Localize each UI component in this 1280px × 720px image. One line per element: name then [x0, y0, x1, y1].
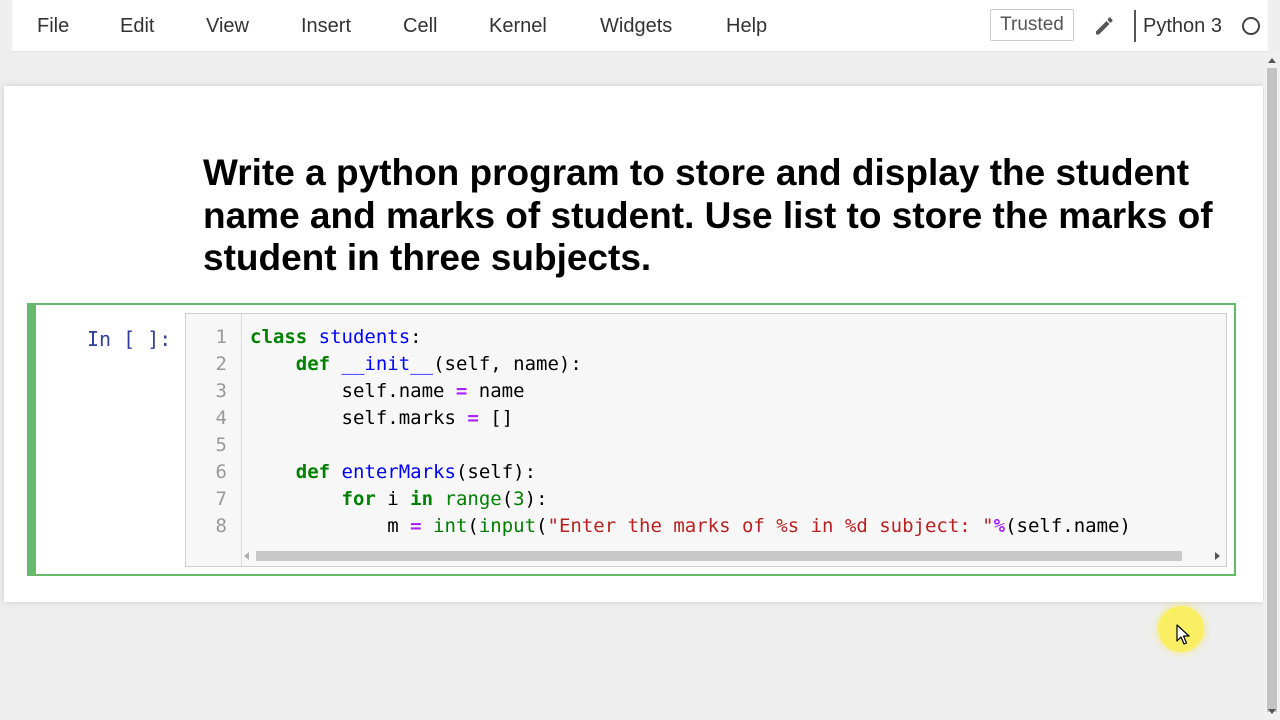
- menu-cell[interactable]: Cell: [403, 14, 437, 38]
- line-number: 7: [215, 488, 227, 510]
- menu-view[interactable]: View: [206, 14, 249, 38]
- kernel-separator: [1134, 10, 1136, 42]
- menu-file[interactable]: File: [37, 14, 69, 38]
- menu-edit[interactable]: Edit: [120, 14, 154, 38]
- kernel-idle-circle-icon: [1242, 17, 1260, 35]
- code-line: def __init__(self, name):: [295, 353, 582, 375]
- code-cell[interactable]: In [ ]: 1 2 3 4 5 6 7 8 class students: …: [27, 303, 1236, 576]
- scroll-right-arrow-icon[interactable]: [1215, 552, 1220, 560]
- line-number: 2: [215, 353, 227, 375]
- code-line: class students:: [250, 326, 422, 348]
- vertical-scroll-thumb[interactable]: [1267, 68, 1277, 712]
- code-line: m = int(input("Enter the marks of %s in …: [250, 515, 1131, 537]
- pencil-icon[interactable]: [1092, 14, 1116, 38]
- menu-insert[interactable]: Insert: [301, 14, 351, 38]
- horizontal-scrollbar[interactable]: [244, 550, 1226, 564]
- menu-help[interactable]: Help: [726, 14, 767, 38]
- horizontal-scroll-thumb[interactable]: [256, 551, 1182, 561]
- notebook-container: Write a python program to store and disp…: [4, 86, 1263, 602]
- code-line: def enterMarks(self):: [295, 461, 537, 483]
- line-number: 4: [215, 407, 227, 429]
- line-number-gutter: 1 2 3 4 5 6 7 8: [186, 314, 242, 566]
- line-number: 1: [215, 326, 227, 348]
- line-number: 6: [215, 461, 227, 483]
- code-line: self.name = name: [250, 380, 525, 402]
- code-editor[interactable]: 1 2 3 4 5 6 7 8 class students: def __in…: [185, 313, 1227, 567]
- line-number: 8: [215, 515, 227, 537]
- code-line: self.marks = []: [250, 407, 514, 429]
- code-line: for i in range(3):: [341, 488, 548, 510]
- scroll-left-arrow-icon[interactable]: [244, 552, 249, 560]
- menubar: File Edit View Insert Cell Kernel Widget…: [12, 0, 1268, 52]
- menu-kernel[interactable]: Kernel: [489, 14, 547, 38]
- page-vertical-scrollbar[interactable]: [1264, 52, 1280, 720]
- scroll-down-arrow-icon[interactable]: [1268, 709, 1276, 714]
- trusted-indicator[interactable]: Trusted: [990, 9, 1074, 41]
- line-number: 5: [215, 434, 227, 456]
- mouse-pointer-icon: [1176, 624, 1190, 645]
- selected-cell-bar: [29, 305, 36, 574]
- kernel-name: Python 3: [1143, 15, 1222, 37]
- scroll-up-arrow-icon[interactable]: [1268, 58, 1276, 63]
- input-prompt: In [ ]:: [87, 327, 172, 351]
- menu-widgets[interactable]: Widgets: [600, 14, 672, 38]
- line-number: 3: [215, 380, 227, 402]
- markdown-heading[interactable]: Write a python program to store and disp…: [203, 152, 1243, 280]
